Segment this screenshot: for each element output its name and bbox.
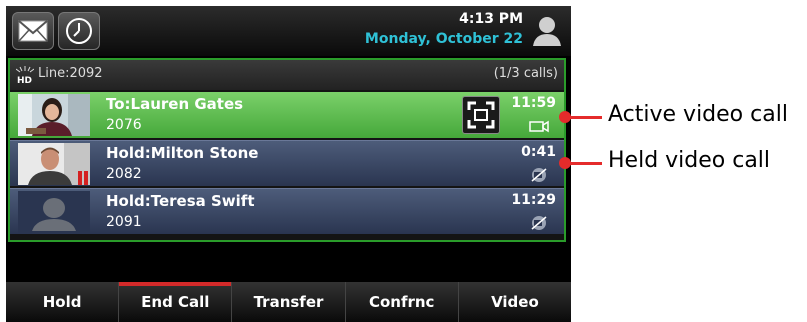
clock-time: 4:13 PM xyxy=(459,11,523,27)
transfer-button[interactable]: Transfer xyxy=(231,282,344,322)
caller-name: Hold:Teresa Swift xyxy=(106,192,255,210)
video-off-icon xyxy=(531,216,547,230)
callout-held-video-call: Held video call xyxy=(608,148,771,173)
recent-calls-button[interactable] xyxy=(58,12,100,50)
messages-button[interactable] xyxy=(12,12,54,50)
softkey-bar: Hold End Call Transfer Confrnc Video xyxy=(6,282,571,322)
conference-button[interactable]: Confrnc xyxy=(344,282,458,322)
caller-number: 2082 xyxy=(106,166,142,182)
mail-icon xyxy=(18,20,48,42)
call-duration: 0:41 xyxy=(521,144,556,160)
end-call-button[interactable]: End Call xyxy=(118,282,232,322)
svg-text:HD: HD xyxy=(17,76,32,84)
call-count: (1/3 calls) xyxy=(493,66,558,81)
hold-button[interactable]: Hold xyxy=(6,282,118,322)
call-duration: 11:29 xyxy=(511,192,556,208)
phone-screen: 4:13 PM Monday, October 22 HD Line:2092 … xyxy=(6,6,571,322)
callout-active-video-call: Active video call xyxy=(608,102,788,127)
caller-video-thumbnail xyxy=(18,94,90,136)
caller-avatar-placeholder xyxy=(18,191,90,233)
user-icon[interactable] xyxy=(531,14,563,48)
call-row-held[interactable]: Hold:Teresa Swift 2091 11:29 xyxy=(10,188,564,234)
clock-icon xyxy=(66,18,92,44)
callout-line-active xyxy=(570,116,602,119)
line-label: Line:2092 xyxy=(38,66,103,81)
hd-voice-icon: HD xyxy=(16,66,34,84)
call-row-held[interactable]: Hold:Milton Stone 2082 0:41 xyxy=(10,140,564,186)
caller-number: 2091 xyxy=(106,214,142,230)
call-list-panel: HD Line:2092 (1/3 calls) To:Lauren Gates… xyxy=(8,58,566,242)
callout-line-held xyxy=(570,162,602,165)
caller-name: Hold:Milton Stone xyxy=(106,144,259,162)
video-camera-icon xyxy=(529,120,549,133)
call-row-active[interactable]: To:Lauren Gates 2076 11:59 xyxy=(10,92,564,138)
fullscreen-icon xyxy=(467,101,495,129)
caller-video-thumbnail xyxy=(18,143,90,185)
video-button[interactable]: Video xyxy=(457,282,571,322)
line-header: HD Line:2092 (1/3 calls) xyxy=(10,60,564,90)
caller-name: To:Lauren Gates xyxy=(106,95,244,113)
clock-date: Monday, October 22 xyxy=(364,31,523,47)
video-off-icon xyxy=(531,168,547,182)
call-duration: 11:59 xyxy=(511,95,556,111)
caller-number: 2076 xyxy=(106,117,142,133)
status-bar: 4:13 PM Monday, October 22 xyxy=(6,6,571,56)
fullscreen-button[interactable] xyxy=(462,96,500,134)
